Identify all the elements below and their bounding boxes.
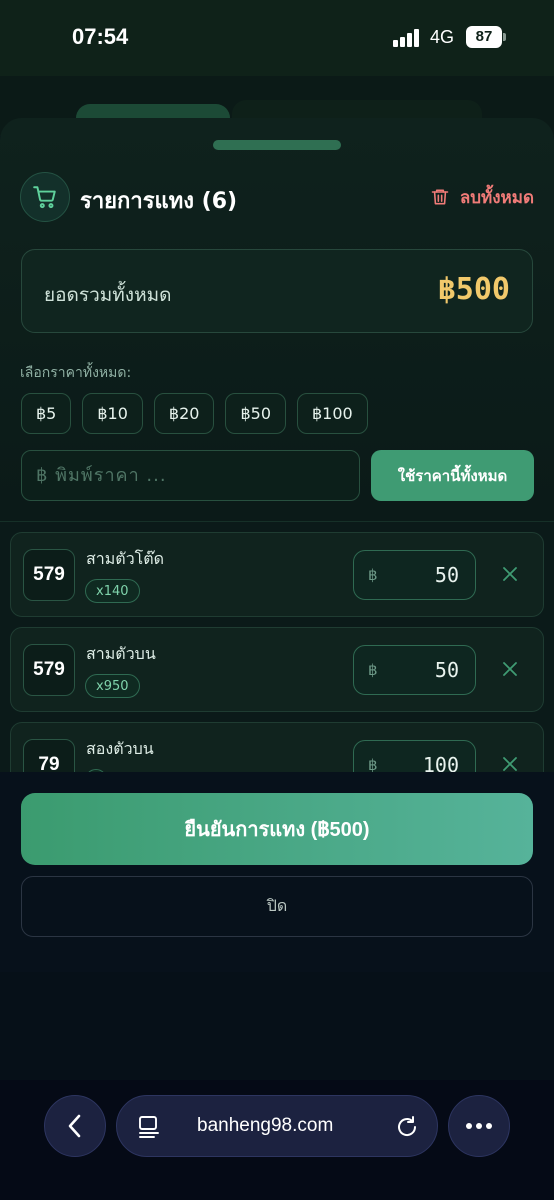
- bet-amount-field[interactable]: ฿ 50: [353, 550, 476, 600]
- sheet-grabber[interactable]: [213, 140, 341, 150]
- chevron-left-icon: [68, 1114, 81, 1138]
- bet-row: 579 สามตัวบน x950 ฿ 50: [10, 627, 544, 712]
- odds-badge: x950: [85, 674, 140, 698]
- status-bar: 07:54 4G 87: [0, 0, 554, 76]
- address-bar[interactable]: banheng98.com: [116, 1095, 438, 1157]
- url-text: banheng98.com: [197, 1115, 334, 1136]
- bet-type: สองตัวบน: [86, 739, 154, 758]
- confirm-bet-button[interactable]: ยืนยันการแทง (฿500): [21, 793, 533, 865]
- close-icon[interactable]: [499, 658, 521, 680]
- bet-row: 579 สามตัวโต๊ด x140 ฿ 50: [10, 532, 544, 617]
- pick-price-label: เลือกราคาทั้งหมด:: [20, 365, 132, 381]
- status-time: 07:54: [72, 24, 129, 49]
- signal-icon: [393, 29, 421, 47]
- total-value: ฿500: [437, 272, 510, 307]
- price-chip-20[interactable]: ฿20: [153, 393, 215, 434]
- battery-icon: 87: [466, 26, 506, 48]
- price-chip-50[interactable]: ฿50: [225, 393, 286, 434]
- back-button[interactable]: [44, 1095, 106, 1157]
- clear-all-button[interactable]: ลบทั้งหมด: [430, 182, 534, 212]
- price-chips: ฿5 ฿10 ฿20 ฿50 ฿100: [21, 393, 368, 434]
- tabs-icon[interactable]: [137, 1114, 161, 1140]
- trash-icon: [431, 189, 449, 205]
- close-button[interactable]: ปิด: [21, 876, 533, 937]
- sheet-header: รายการแทง (6) ลบทั้งหมด: [20, 172, 534, 222]
- bet-number: 579: [23, 549, 75, 601]
- bet-amount-value: 50: [434, 658, 459, 682]
- odds-badge: x140: [85, 579, 140, 603]
- bet-type: สามตัวบน: [86, 644, 156, 663]
- currency-symbol: ฿: [368, 661, 378, 679]
- bet-list: 579 สามตัวโต๊ด x140 ฿ 50 579 สามตัวบน x9…: [0, 522, 554, 778]
- price-chip-10[interactable]: ฿10: [82, 393, 143, 434]
- close-icon[interactable]: [499, 563, 521, 585]
- apply-all-button[interactable]: ใช้ราคานี้ทั้งหมด: [371, 450, 534, 501]
- bet-type: สามตัวโต๊ด: [86, 549, 165, 568]
- bet-number: 579: [23, 644, 75, 696]
- reload-icon[interactable]: [395, 1114, 419, 1140]
- total-label: ยอดรวมทั้งหมด: [44, 284, 172, 306]
- bet-slip-sheet: รายการแทง (6) ลบทั้งหมด ยอดรวมทั้งหมด ฿5…: [0, 118, 554, 778]
- currency-symbol: ฿: [368, 566, 378, 584]
- more-icon: [466, 1123, 492, 1129]
- network-type: 4G: [430, 27, 455, 47]
- custom-price-input[interactable]: [21, 450, 360, 501]
- bet-amount-value: 50: [434, 563, 459, 587]
- clear-all-label: ลบทั้งหมด: [459, 187, 534, 208]
- more-button[interactable]: [448, 1095, 510, 1157]
- cart-icon: [20, 172, 70, 222]
- sheet-title: รายการแทง (6): [80, 189, 238, 214]
- total-summary: ยอดรวมทั้งหมด ฿500: [21, 249, 533, 333]
- bet-row: 79 สองตัวบน ฿ 100: [10, 722, 544, 778]
- price-chip-5[interactable]: ฿5: [21, 393, 72, 434]
- bet-amount-field[interactable]: ฿ 50: [353, 645, 476, 695]
- price-chip-100[interactable]: ฿100: [297, 393, 368, 434]
